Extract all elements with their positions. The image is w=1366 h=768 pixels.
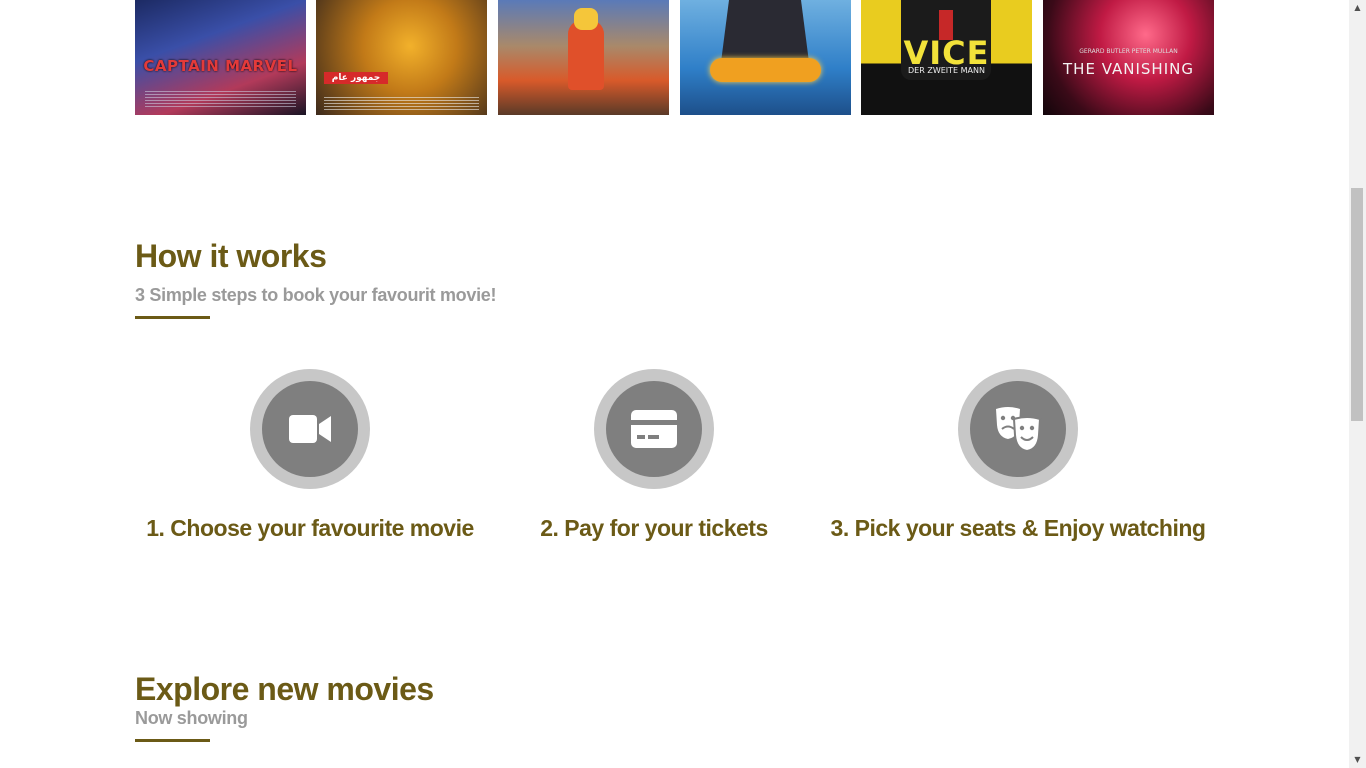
step-icon-disc (262, 381, 358, 477)
poster-subtitle: DER ZWEITE MANN (908, 66, 985, 75)
scroll-up-arrow-icon[interactable]: ▲ (1349, 2, 1366, 14)
movie-poster-vice[interactable]: VICE DER ZWEITE MANN (861, 0, 1032, 115)
step-icon-disc (970, 381, 1066, 477)
movie-poster-captain-marvel[interactable]: CAPTAIN MARVEL (135, 0, 306, 115)
step-icon-ring (250, 369, 370, 489)
poster-figure (568, 20, 604, 90)
poster-title: CAPTAIN MARVEL (143, 57, 298, 75)
how-it-works-underline (135, 316, 210, 319)
step-choose-movie: 1. Choose your favourite movie (120, 369, 500, 542)
step-pay-tickets: 2. Pay for your tickets (464, 369, 844, 542)
step-label: 3. Pick your seats & Enjoy watching (830, 515, 1206, 541)
explore-underline (135, 739, 210, 742)
step-icon-disc (606, 381, 702, 477)
poster-strip: CAPTAIN MARVEL جمهور عام VICE DER ZWEITE… (135, 0, 1215, 115)
how-it-works-title: How it works (135, 238, 327, 274)
step-label: 1. Choose your favourite movie (146, 515, 474, 541)
movie-poster-4[interactable] (680, 0, 851, 115)
how-it-works-subtitle: 3 Simple steps to book your favourit mov… (135, 285, 497, 305)
poster-figure-face (574, 8, 598, 30)
poster-cast-names: GERARD BUTLER PETER MULLAN (1079, 48, 1178, 55)
scroll-thumb[interactable] (1351, 188, 1363, 421)
explore-subtitle: Now showing (135, 708, 248, 728)
poster-neon-sign (710, 58, 821, 82)
explore-title: Explore new movies (135, 671, 434, 707)
poster-title: THE VANISHING (1063, 60, 1194, 78)
step-label: 2. Pay for your tickets (540, 515, 768, 541)
movie-poster-2[interactable]: جمهور عام (316, 0, 487, 115)
movie-poster-lego-movie[interactable] (498, 0, 669, 115)
step-icon-ring (958, 369, 1078, 489)
movie-poster-the-vanishing[interactable]: GERARD BUTLER PETER MULLAN THE VANISHING (1043, 0, 1214, 115)
page-scrollbar[interactable]: ▲ ▼ (1349, 0, 1366, 768)
poster-credits (145, 91, 296, 109)
scroll-down-arrow-icon[interactable]: ▼ (1349, 754, 1366, 766)
step-icon-ring (594, 369, 714, 489)
step-pick-seats: 3. Pick your seats & Enjoy watching (828, 369, 1208, 542)
poster-rating-badge: جمهور عام (324, 72, 388, 84)
poster-credits (324, 97, 479, 111)
